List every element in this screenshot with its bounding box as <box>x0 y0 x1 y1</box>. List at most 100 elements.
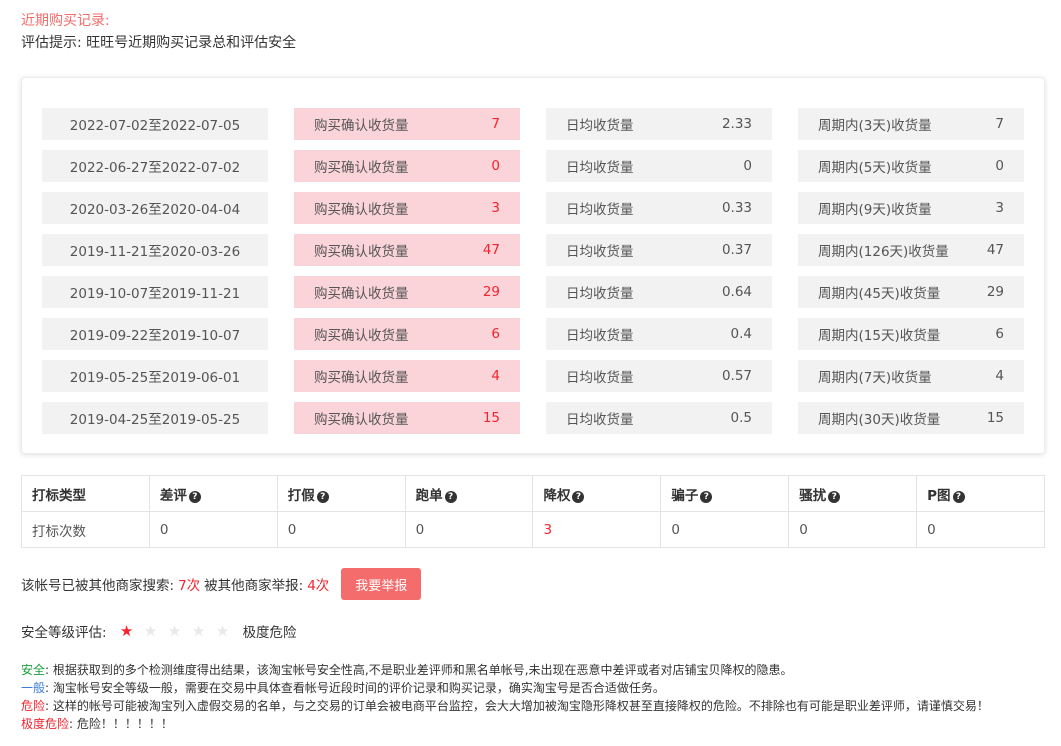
question-circle-icon[interactable]: ? <box>952 490 965 503</box>
record-confirm: 购买确认收货量 6 <box>294 318 520 350</box>
record-period: 周期内(5天)收货量 0 <box>798 150 1024 182</box>
mark-count-value: 0 <box>660 511 790 548</box>
record-confirm: 购买确认收货量 7 <box>294 108 520 140</box>
mark-count-label: 打标次数 <box>21 511 150 548</box>
record-date-range: 2019-09-22至2019-10-07 <box>42 318 268 350</box>
mark-count-value: 0 <box>788 511 918 548</box>
period-label: 周期内(126天)收货量 <box>818 244 949 260</box>
record-date-range: 2022-07-02至2022-07-05 <box>42 108 268 140</box>
record-daily: 日均收货量 2.33 <box>546 108 772 140</box>
legend-description: : 根据获取到的多个检测维度得出结果，该淘宝帐号安全性高,不是职业差评师和黑名单… <box>45 663 793 677</box>
mark-type-column: 骗子? <box>660 475 790 512</box>
confirm-label: 购买确认收货量 <box>314 202 409 218</box>
record-row: 2019-11-21至2020-03-26 购买确认收货量 47 日均收货量 0.37 周… <box>42 234 1024 266</box>
star-icon: ★ <box>191 622 206 640</box>
legend-line: 一般: 淘宝帐号安全等级一般，需要在交易中具体查看帐号近段时间的评价记录和购买记… <box>21 679 989 697</box>
period-value: 4 <box>995 368 1004 384</box>
mark-type-column: P图? <box>916 475 1045 512</box>
legend-level-label: 极度危险 <box>21 717 70 731</box>
period-label: 周期内(5天)收货量 <box>818 160 932 176</box>
mark-type-column: 骚扰? <box>788 475 918 512</box>
daily-label: 日均收货量 <box>566 286 634 302</box>
period-label: 周期内(9天)收货量 <box>818 202 932 218</box>
mark-type-column: 打假? <box>276 475 406 512</box>
daily-value: 0.64 <box>721 284 752 300</box>
question-circle-icon[interactable]: ? <box>572 490 585 503</box>
daily-label: 日均收货量 <box>566 244 634 260</box>
record-confirm: 购买确认收货量 15 <box>294 402 520 434</box>
confirm-label: 购买确认收货量 <box>314 412 409 428</box>
record-period: 周期内(126天)收货量 47 <box>798 234 1024 266</box>
level-legend: 安全: 根据获取到的多个检测维度得出结果，该淘宝帐号安全性高,不是职业差评师和黑… <box>21 661 989 733</box>
mark-type-column: 跑单? <box>404 475 534 512</box>
record-row: 2022-07-02至2022-07-05 购买确认收货量 7 日均收货量 2.33 周期… <box>42 108 1024 140</box>
mark-type-label: 骚扰 <box>799 487 827 504</box>
confirm-value: 4 <box>491 368 500 384</box>
period-label: 周期内(15天)收货量 <box>818 328 941 344</box>
question-circle-icon[interactable]: ? <box>188 490 201 503</box>
legend-level-label: 一般 <box>21 681 46 695</box>
record-period: 周期内(15天)收货量 6 <box>798 318 1024 350</box>
record-row: 2019-04-25至2019-05-25 购买确认收货量 15 日均收货量 0.5 周期… <box>42 402 1024 434</box>
record-date-range: 2019-10-07至2019-11-21 <box>42 276 268 308</box>
legend-level-label: 安全 <box>21 663 46 677</box>
star-rating: ★ ★ ★ ★ ★ <box>115 622 235 640</box>
record-daily: 日均收货量 0.57 <box>546 360 772 392</box>
confirm-label: 购买确认收货量 <box>314 118 409 134</box>
mark-type-column: 降权? <box>532 475 662 512</box>
record-row: 2019-05-25至2019-06-01 购买确认收货量 4 日均收货量 0.57 周期… <box>42 360 1024 392</box>
period-label: 周期内(3天)收货量 <box>818 118 932 134</box>
mark-count-value: 0 <box>404 511 534 548</box>
legend-line: 危险: 这样的帐号可能被淘宝列入虚假交易的名单，与之交易的订单会被电商平台监控，… <box>21 697 989 715</box>
mark-count-value: 0 <box>916 511 1045 548</box>
record-period: 周期内(30天)收货量 15 <box>798 402 1024 434</box>
legend-line: 安全: 根据获取到的多个检测维度得出结果，该淘宝帐号安全性高,不是职业差评师和黑… <box>21 661 989 679</box>
question-circle-icon[interactable]: ? <box>316 490 329 503</box>
period-value: 7 <box>995 116 1004 132</box>
record-daily: 日均收货量 0 <box>546 150 772 182</box>
record-confirm: 购买确认收货量 29 <box>294 276 520 308</box>
record-confirm: 购买确认收货量 3 <box>294 192 520 224</box>
mark-type-header: 打标类型 <box>21 475 150 512</box>
mark-type-column: 差评? <box>148 475 278 512</box>
question-circle-icon[interactable]: ? <box>444 490 457 503</box>
question-circle-icon[interactable]: ? <box>828 490 841 503</box>
confirm-value: 47 <box>482 242 500 258</box>
daily-value: 0 <box>743 158 752 174</box>
period-value: 6 <box>995 326 1004 342</box>
question-circle-icon[interactable]: ? <box>700 490 713 503</box>
mark-type-label: 差评 <box>159 487 187 504</box>
confirm-value: 6 <box>491 326 500 342</box>
confirm-label: 购买确认收货量 <box>314 328 409 344</box>
record-daily: 日均收货量 0.33 <box>546 192 772 224</box>
confirm-label: 购买确认收货量 <box>314 160 409 176</box>
confirm-label: 购买确认收货量 <box>314 244 409 260</box>
daily-value: 0.4 <box>730 326 752 342</box>
mark-type-label: 骗子 <box>671 487 699 504</box>
legend-line: 极度危险: 危险！！！！！！ <box>21 715 989 733</box>
purchase-records-card: 2022-07-02至2022-07-05 购买确认收货量 7 日均收货量 2.33 周期… <box>21 77 1045 454</box>
report-button[interactable]: 我要举报 <box>341 568 422 600</box>
daily-value: 2.33 <box>721 116 752 132</box>
record-period: 周期内(9天)收货量 3 <box>798 192 1024 224</box>
legend-description: : 淘宝帐号安全等级一般，需要在交易中具体查看帐号近段时间的评价记录和购买记录，… <box>45 681 665 695</box>
record-row: 2019-09-22至2019-10-07 购买确认收货量 6 日均收货量 0.4 周期内… <box>42 318 1024 350</box>
safety-level-text: 极度危险 <box>242 625 297 641</box>
daily-value: 0.57 <box>721 368 752 384</box>
mark-count-value: 0 <box>148 511 278 548</box>
daily-value: 0.37 <box>721 242 752 258</box>
record-period: 周期内(7天)收货量 4 <box>798 360 1024 392</box>
record-daily: 日均收货量 0.5 <box>546 402 772 434</box>
mark-count-value: 3 <box>532 511 662 548</box>
section-title: 近期购买记录: <box>21 13 110 29</box>
daily-label: 日均收货量 <box>566 118 634 134</box>
legend-level-label: 危险 <box>21 699 46 713</box>
period-value: 0 <box>995 158 1004 174</box>
mark-type-table: 打标类型 差评? 打假? 跑单? 降权? 骗子? 骚扰? P图? 打标次数 0003000 <box>21 475 1045 548</box>
period-label: 周期内(7天)收货量 <box>818 370 932 386</box>
record-daily: 日均收货量 0.37 <box>546 234 772 266</box>
star-icon: ★ <box>119 622 134 640</box>
record-confirm: 购买确认收货量 4 <box>294 360 520 392</box>
record-date-range: 2020-03-26至2020-04-04 <box>42 192 268 224</box>
search-report-line: 该帐号已被其他商家搜索: 7次 被其他商家举报: 4次 我要举报 <box>21 568 422 600</box>
